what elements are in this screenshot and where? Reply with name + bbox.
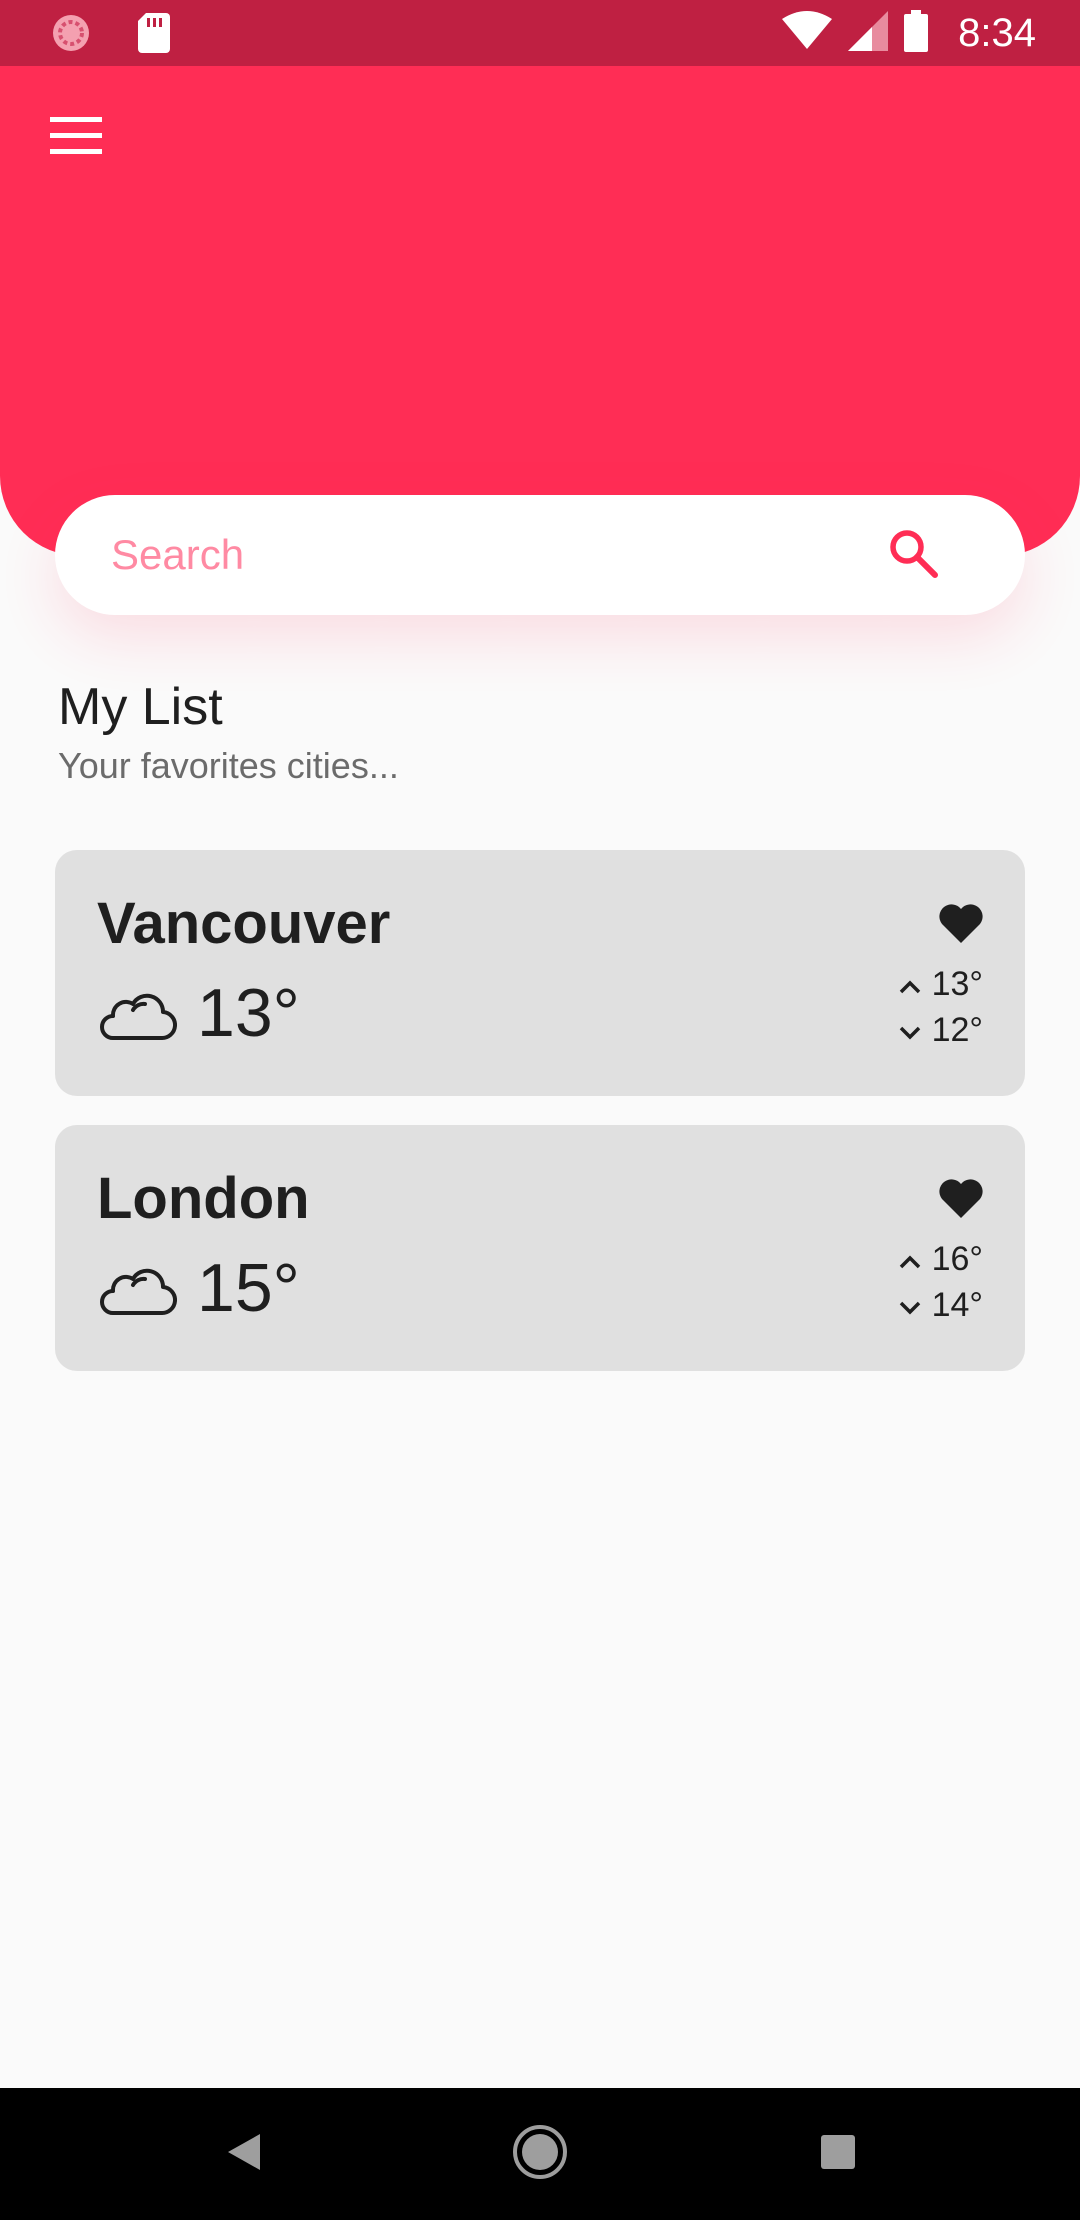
low-temperature: 12° (898, 1008, 983, 1052)
home-circle-icon (512, 2124, 568, 2185)
city-card-vancouver[interactable]: Vancouver 13° 13° 12° (55, 850, 1025, 1096)
search-bar (55, 495, 1025, 615)
back-triangle-icon (226, 2132, 262, 2177)
weather-app-screen: 8:34 My List Your fa (0, 0, 1080, 2220)
chevron-down-icon (898, 1283, 922, 1327)
search-input[interactable] (111, 495, 871, 615)
current-temperature: 15° (197, 1250, 300, 1326)
sync-icon (50, 12, 92, 59)
cloud-icon (97, 986, 177, 1042)
city-name: Vancouver (97, 891, 391, 956)
chevron-up-icon (898, 1237, 922, 1281)
status-time: 8:34 (958, 11, 1036, 55)
status-left-icons (50, 12, 170, 59)
chevron-up-icon (898, 962, 922, 1006)
low-temp-value: 14° (931, 1286, 983, 1324)
status-bar: 8:34 (0, 0, 1080, 66)
battery-icon (904, 9, 929, 57)
list-title: My List (58, 678, 223, 736)
hamburger-menu-icon (50, 116, 102, 160)
low-temperature: 14° (898, 1283, 983, 1327)
signal-icon (848, 10, 889, 56)
back-button[interactable] (214, 2124, 274, 2184)
city-name: London (97, 1166, 310, 1231)
home-button[interactable] (510, 2124, 570, 2184)
high-temp-value: 16° (931, 1240, 983, 1278)
heart-icon (938, 1177, 984, 1224)
recents-square-icon (820, 2134, 856, 2175)
heart-icon (938, 902, 984, 949)
recents-button[interactable] (808, 2124, 868, 2184)
high-temperature: 16° (898, 1237, 983, 1281)
list-subtitle: Your favorites cities... (58, 745, 399, 786)
high-temperature: 13° (898, 962, 983, 1006)
cloud-icon (97, 1261, 177, 1317)
status-right-icons: 8:34 (782, 8, 1036, 58)
search-icon (887, 527, 939, 584)
chevron-down-icon (898, 1008, 922, 1052)
menu-button[interactable] (36, 106, 116, 170)
sd-card-icon (138, 13, 170, 58)
navigation-bar (0, 2088, 1080, 2220)
city-card-london[interactable]: London 15° 16° 14° (55, 1125, 1025, 1371)
current-temperature: 13° (197, 975, 300, 1051)
high-temp-value: 13° (931, 965, 983, 1003)
header-banner (0, 66, 1080, 556)
favorite-button[interactable] (937, 1177, 985, 1223)
low-temp-value: 12° (931, 1011, 983, 1049)
wifi-icon (782, 10, 833, 56)
favorite-button[interactable] (937, 902, 985, 948)
search-button[interactable] (883, 525, 943, 585)
